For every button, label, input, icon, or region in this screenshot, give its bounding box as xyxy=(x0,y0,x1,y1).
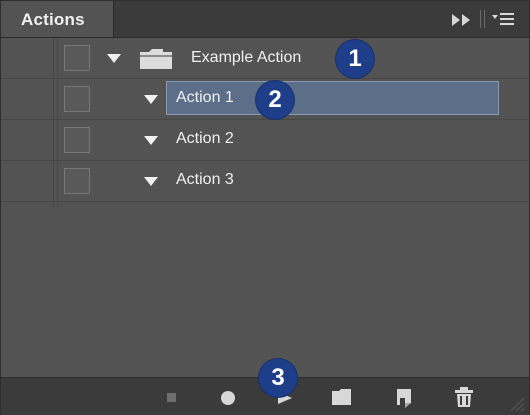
record-icon[interactable] xyxy=(215,384,241,410)
annotation-badge-1: 1 xyxy=(336,40,374,78)
toggle-item-checkbox[interactable] xyxy=(64,127,90,153)
expand-triangle-icon[interactable] xyxy=(144,136,158,145)
action-row[interactable]: Action 3 xyxy=(1,161,529,202)
panel-menu-icon[interactable] xyxy=(491,11,515,27)
folder-icon xyxy=(140,49,172,69)
actions-list: Example Action 1 Action 1 2 Action 2 Act… xyxy=(1,38,529,375)
action-name: Action 3 xyxy=(176,171,234,188)
toggle-item-checkbox[interactable] xyxy=(64,86,90,112)
resize-grip-icon[interactable] xyxy=(507,394,525,412)
action-row[interactable]: Action 2 xyxy=(1,120,529,161)
annotation-badge-2: 2 xyxy=(256,81,294,119)
expand-triangle-icon[interactable] xyxy=(107,54,121,63)
trash-icon[interactable] xyxy=(451,384,477,410)
tab-actions[interactable]: Actions xyxy=(1,1,114,37)
action-name: Action 2 xyxy=(176,130,234,147)
action-set-name: Example Action xyxy=(191,49,302,66)
toggle-item-checkbox[interactable] xyxy=(64,168,90,194)
new-action-icon[interactable] xyxy=(391,384,417,410)
tab-actions-label: Actions xyxy=(21,10,85,29)
panel-tab-bar: Actions xyxy=(1,1,529,38)
expand-triangle-icon[interactable] xyxy=(144,95,158,104)
expand-triangle-icon[interactable] xyxy=(144,177,158,186)
action-row[interactable]: Action 1 2 xyxy=(1,79,529,120)
action-set-row[interactable]: Example Action 1 xyxy=(1,38,529,79)
double-chevron-right-icon[interactable] xyxy=(450,13,474,27)
action-name: Action 1 xyxy=(176,89,234,106)
stop-icon[interactable] xyxy=(158,384,184,410)
toggle-item-checkbox[interactable] xyxy=(64,45,90,71)
actions-panel: Actions Example Action 1 Action 1 2 Acti… xyxy=(0,0,530,415)
tab-bar-divider xyxy=(480,10,485,28)
annotation-badge-3: 3 xyxy=(259,359,297,397)
new-set-folder-icon[interactable] xyxy=(329,384,355,410)
